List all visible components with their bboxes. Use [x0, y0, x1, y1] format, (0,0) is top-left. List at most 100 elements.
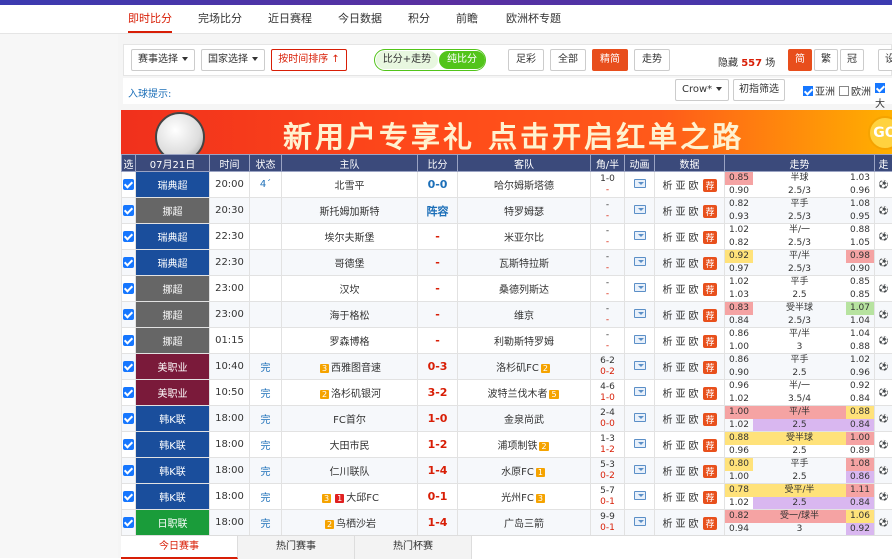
- data-link[interactable]: 欧: [688, 415, 698, 426]
- home-team-name[interactable]: 海于格松: [330, 311, 370, 322]
- recommend-badge[interactable]: 荐: [703, 205, 716, 218]
- away-team[interactable]: 瓦斯特拉斯: [458, 250, 591, 276]
- recommend-badge[interactable]: 荐: [703, 257, 716, 270]
- league-cell[interactable]: 挪超: [136, 328, 210, 354]
- recommend-badge[interactable]: 荐: [703, 179, 716, 192]
- league-cell[interactable]: 挪超: [136, 198, 210, 224]
- checkbox-checked-icon[interactable]: [123, 517, 134, 528]
- data-link[interactable]: 亚: [675, 363, 685, 374]
- animation-cell[interactable]: [625, 354, 655, 380]
- trend-button[interactable]: 走势: [634, 49, 670, 71]
- home-team-name[interactable]: 哥德堡: [335, 259, 365, 270]
- animation-cell[interactable]: [625, 484, 655, 510]
- select-cell[interactable]: [122, 458, 136, 484]
- animation-cell[interactable]: [625, 328, 655, 354]
- checkbox-checked-icon[interactable]: [123, 361, 134, 372]
- tab-live-scores[interactable]: 即时比分: [128, 5, 172, 33]
- all-button[interactable]: 全部: [550, 49, 586, 71]
- football-lottery-button[interactable]: 足彩: [508, 49, 544, 71]
- data-link[interactable]: 亚: [675, 467, 685, 478]
- trend-extra[interactable]: ⚽: [875, 172, 892, 198]
- checkbox-checked-icon[interactable]: [123, 465, 134, 476]
- score[interactable]: 0-0: [418, 172, 458, 198]
- country-select-button[interactable]: 国家选择: [201, 49, 265, 71]
- sort-by-time-button[interactable]: 按时间排序 ↑: [271, 49, 347, 71]
- data-link[interactable]: 亚: [675, 441, 685, 452]
- settings-button[interactable]: 设: [878, 49, 892, 71]
- animation-icon[interactable]: [634, 491, 646, 500]
- home-team[interactable]: 大田市民: [282, 432, 418, 458]
- score[interactable]: 阵容: [418, 198, 458, 224]
- data-link[interactable]: 欧: [688, 233, 698, 244]
- select-cell[interactable]: [122, 510, 136, 536]
- data-link[interactable]: 亚: [675, 259, 685, 270]
- home-team[interactable]: 罗森博格: [282, 328, 418, 354]
- score[interactable]: -: [418, 328, 458, 354]
- league-cell[interactable]: 瑞典超: [136, 250, 210, 276]
- trend-extra[interactable]: ⚽: [875, 224, 892, 250]
- home-team[interactable]: 埃尔夫斯堡: [282, 224, 418, 250]
- animation-cell[interactable]: [625, 380, 655, 406]
- home-team-name[interactable]: 斯托姆加斯特: [320, 207, 380, 218]
- home-team-name[interactable]: 仁川联队: [330, 467, 370, 478]
- recommend-badge[interactable]: 荐: [703, 517, 716, 530]
- data-link[interactable]: 析: [662, 285, 672, 296]
- animation-icon[interactable]: [634, 439, 646, 448]
- trend-extra[interactable]: ⚽: [875, 458, 892, 484]
- league-cell[interactable]: 瑞典超: [136, 172, 210, 198]
- away-team-name[interactable]: 浦项制铁: [497, 441, 537, 452]
- data-link[interactable]: 亚: [675, 519, 685, 530]
- home-team[interactable]: FC首尔: [282, 406, 418, 432]
- away-team[interactable]: 维京: [458, 302, 591, 328]
- animation-cell[interactable]: [625, 172, 655, 198]
- home-team[interactable]: 斯托姆加斯特: [282, 198, 418, 224]
- odds-cell[interactable]: 0.82平手1.080.932.5/30.95: [725, 198, 875, 224]
- away-team[interactable]: 特罗姆瑟: [458, 198, 591, 224]
- select-cell[interactable]: [122, 276, 136, 302]
- company-select[interactable]: Crow*: [675, 79, 729, 101]
- recommend-badge[interactable]: 荐: [703, 491, 716, 504]
- animation-cell[interactable]: [625, 406, 655, 432]
- data-link[interactable]: 析: [662, 181, 672, 192]
- tab-preview[interactable]: 前瞻: [456, 5, 478, 33]
- recommend-badge[interactable]: 荐: [703, 465, 716, 478]
- away-team[interactable]: 金泉尚武: [458, 406, 591, 432]
- data-link[interactable]: 欧: [688, 311, 698, 322]
- away-team-name[interactable]: 特罗姆瑟: [504, 207, 544, 218]
- animation-icon[interactable]: [634, 179, 646, 188]
- checkbox-checked-icon[interactable]: [123, 491, 134, 502]
- tab-finished-scores[interactable]: 完场比分: [198, 5, 242, 33]
- animation-icon[interactable]: [634, 361, 646, 370]
- animation-cell[interactable]: [625, 432, 655, 458]
- data-link[interactable]: 欧: [688, 337, 698, 348]
- toggle-score-only[interactable]: 纯比分: [439, 51, 485, 69]
- checkbox-checked-icon[interactable]: [123, 179, 134, 190]
- odds-cell[interactable]: 0.92平/半0.980.972.5/30.90: [725, 250, 875, 276]
- animation-icon[interactable]: [634, 335, 646, 344]
- select-cell[interactable]: [122, 302, 136, 328]
- score[interactable]: 1-4: [418, 458, 458, 484]
- data-link[interactable]: 析: [662, 337, 672, 348]
- animation-cell[interactable]: [625, 302, 655, 328]
- league-cell[interactable]: 美职业: [136, 380, 210, 406]
- away-team-name[interactable]: 桑德列斯达: [499, 285, 549, 296]
- lang-crown-button[interactable]: 冠: [840, 49, 864, 71]
- away-team-name[interactable]: 水原FC: [501, 467, 534, 478]
- animation-icon[interactable]: [634, 231, 646, 240]
- score[interactable]: 0-3: [418, 354, 458, 380]
- odds-cell[interactable]: 0.80平手1.081.002.50.86: [725, 458, 875, 484]
- away-team-name[interactable]: 利勒斯特罗姆: [494, 337, 554, 348]
- recommend-badge[interactable]: 荐: [703, 283, 716, 296]
- initial-filter-button[interactable]: 初指筛选: [733, 79, 785, 101]
- data-link[interactable]: 亚: [675, 389, 685, 400]
- data-link[interactable]: 析: [662, 441, 672, 452]
- data-link[interactable]: 析: [662, 493, 672, 504]
- select-cell[interactable]: [122, 172, 136, 198]
- home-team-name[interactable]: 西雅图音速: [331, 363, 381, 374]
- trend-extra[interactable]: ⚽: [875, 302, 892, 328]
- away-team[interactable]: 广岛三箭: [458, 510, 591, 536]
- checkbox-checked-icon[interactable]: [123, 205, 134, 216]
- away-team[interactable]: 洛杉矶FC2: [458, 354, 591, 380]
- select-cell[interactable]: [122, 224, 136, 250]
- checkbox-checked-icon[interactable]: [123, 309, 134, 320]
